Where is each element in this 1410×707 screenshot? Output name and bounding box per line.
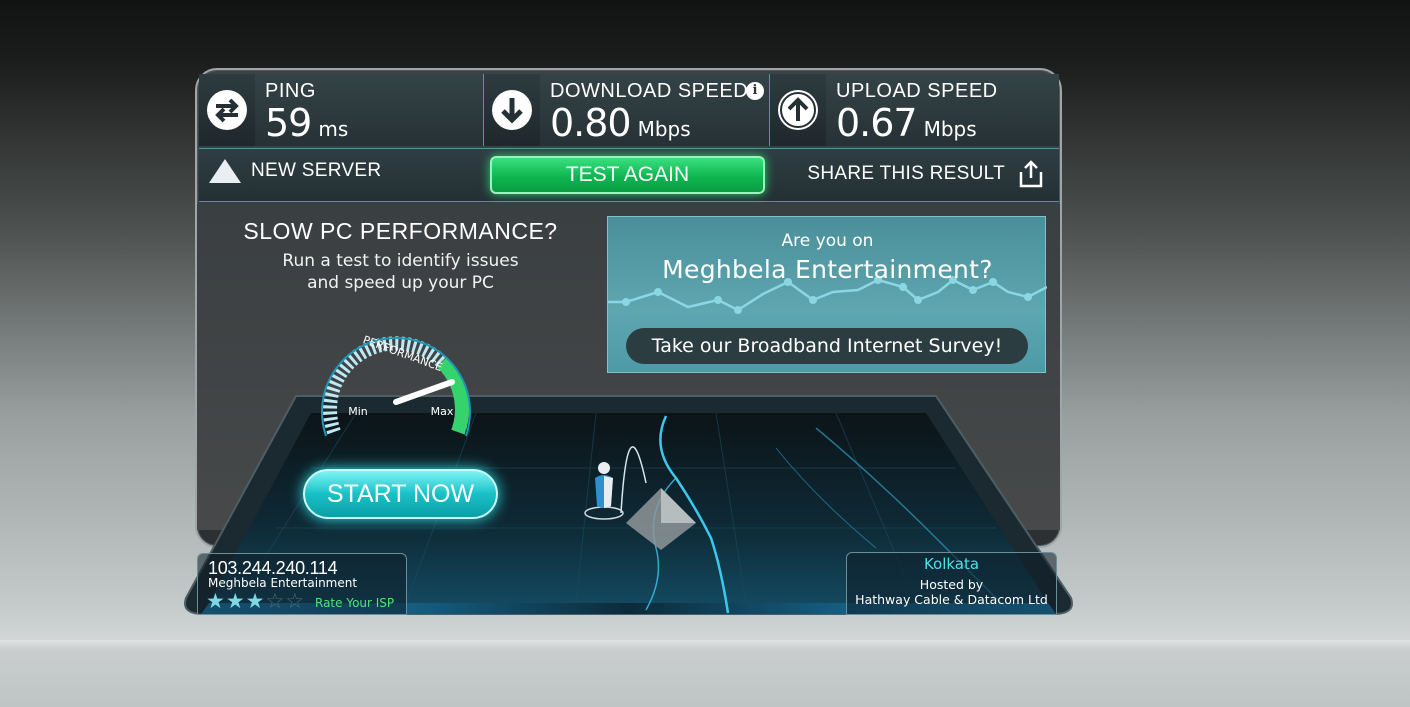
floor-background (0, 640, 1410, 707)
download-result: DOWNLOAD SPEED 0.80 Mbps i (484, 74, 770, 146)
performance-gauge: PERFORMANCE Min Max (321, 333, 471, 437)
results-bar: PING 59 ms DOWNLOAD SPEED 0.80 Mbps i UP… (199, 74, 1059, 146)
pc-ad-title: SLOW PC PERFORMANCE? (243, 218, 558, 244)
pc-performance-ad: SLOW PC PERFORMANCE? Run a test to ident… (213, 212, 588, 532)
info-icon[interactable]: i (746, 82, 764, 100)
star-icon[interactable]: ★ (246, 591, 265, 612)
client-isp: Meghbela Entertainment (208, 576, 358, 590)
hosted-by: Hosted by Hathway Cable & Datacom Ltd (847, 577, 1056, 607)
star-icon[interactable]: ☆ (285, 591, 304, 612)
survey-question-line2: Meghbela Entertainment? (662, 255, 993, 284)
isp-rating[interactable]: ★ ★ ★ ☆ ☆ (206, 591, 305, 612)
upload-result: UPLOAD SPEED 0.67 Mbps (770, 74, 1059, 146)
star-icon[interactable]: ★ (226, 591, 245, 612)
server-info: Kolkata Hosted by Hathway Cable & Dataco… (846, 552, 1057, 615)
survey-ad[interactable]: Are you on Meghbela Entertainment? Take … (607, 216, 1047, 373)
share-icon (1019, 160, 1043, 188)
upload-unit: Mbps (923, 117, 977, 141)
server-host: Hathway Cable & Datacom Ltd (855, 592, 1048, 607)
upload-label: UPLOAD SPEED (836, 80, 998, 102)
new-server-label: NEW SERVER (251, 160, 382, 181)
star-icon[interactable]: ☆ (265, 591, 284, 612)
ping-value: 59 (265, 101, 312, 145)
download-value: 0.80 (550, 101, 632, 145)
ping-arrows-icon (207, 90, 247, 130)
action-bar: NEW SERVER TEST AGAIN SHARE THIS RESULT (199, 148, 1059, 202)
triangle-icon (209, 159, 241, 183)
download-arrow-icon (492, 90, 532, 130)
download-label: DOWNLOAD SPEED (550, 80, 749, 102)
start-now-button[interactable]: START NOW (303, 469, 498, 519)
pc-ad-subtitle: Run a test to identify issues and speed … (282, 251, 519, 293)
ping-label: PING (265, 80, 316, 102)
gauge-min: Min (348, 405, 368, 418)
ping-unit: ms (318, 117, 349, 141)
server-city: Kolkata (923, 555, 980, 573)
upload-arrow-icon (778, 90, 818, 130)
share-label: SHARE THIS RESULT (807, 163, 1005, 184)
upload-value: 0.67 (836, 101, 918, 145)
ping-result: PING 59 ms (199, 74, 484, 146)
test-again-button[interactable]: TEST AGAIN (490, 156, 765, 194)
share-result-button[interactable]: SHARE THIS RESULT (807, 159, 1045, 189)
new-server-button[interactable]: NEW SERVER (209, 159, 381, 183)
gauge-max: Max (431, 405, 454, 418)
download-unit: Mbps (637, 117, 691, 141)
survey-button[interactable]: Take our Broadband Internet Survey! (626, 328, 1028, 364)
rate-isp-link[interactable]: Rate Your ISP (315, 596, 394, 610)
client-info: 103.244.240.114 Meghbela Entertainment ★… (197, 553, 407, 615)
star-icon[interactable]: ★ (206, 591, 225, 612)
survey-question-line1: Are you on (781, 231, 874, 251)
